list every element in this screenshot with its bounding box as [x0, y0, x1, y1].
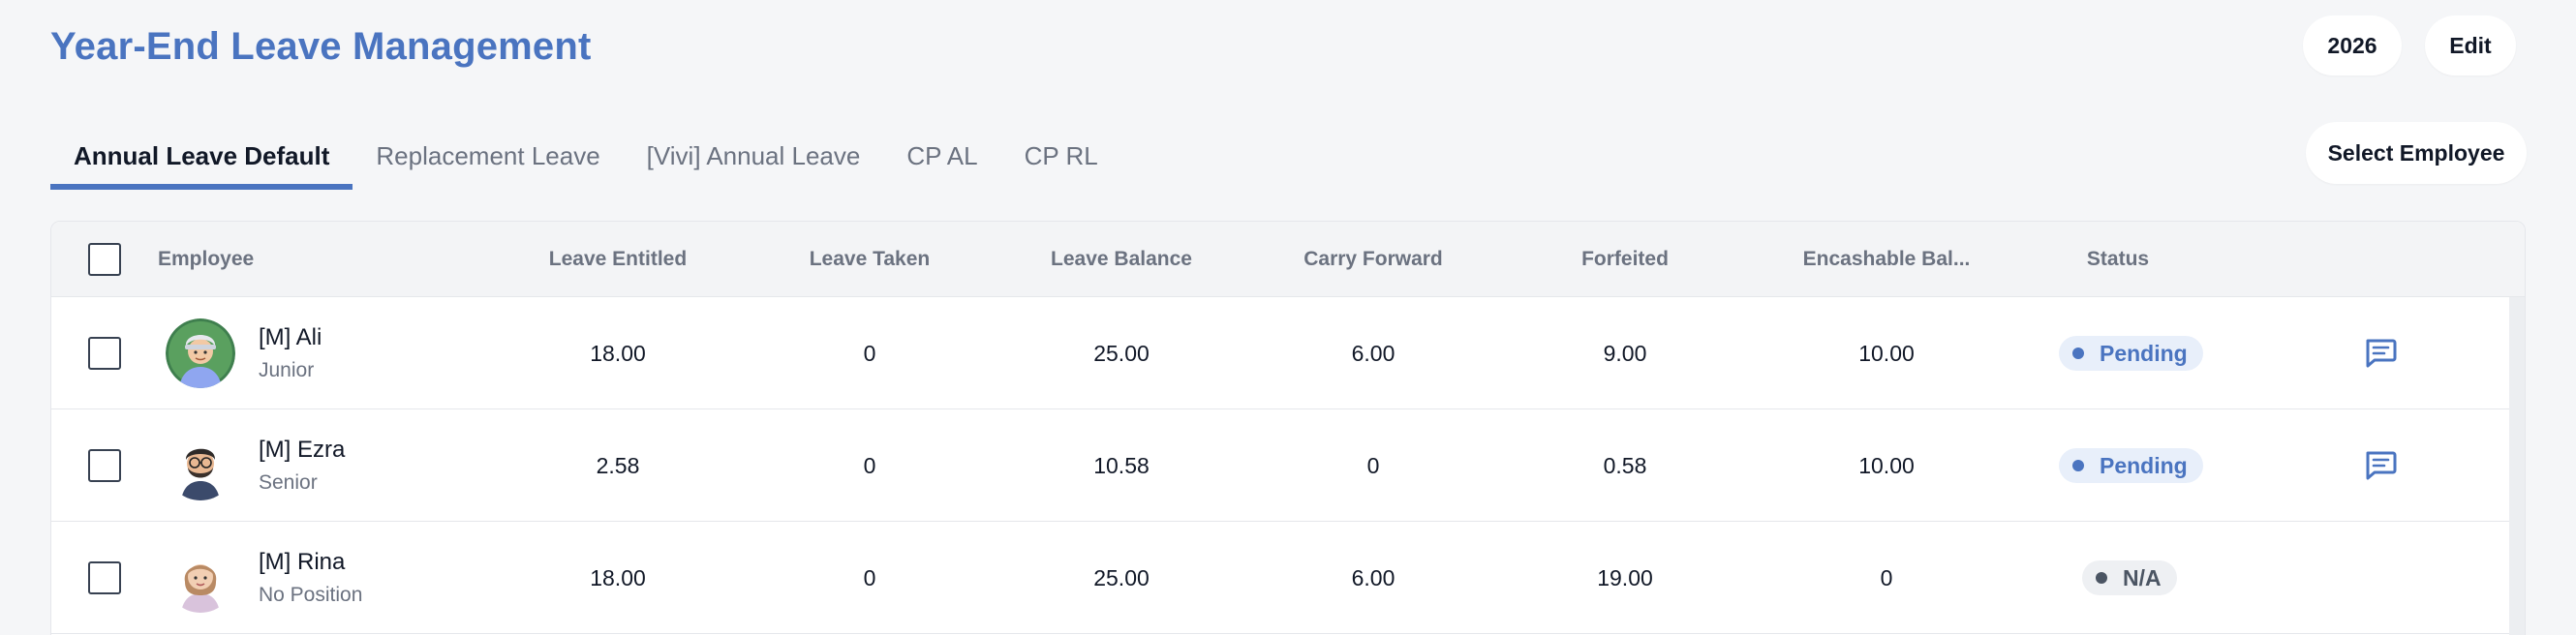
encashable-balance-cell: 0 — [1880, 564, 1893, 590]
column-header-forfeited[interactable]: Forfeited — [1528, 222, 1722, 297]
leave-balance-cell: 25.00 — [1093, 564, 1150, 590]
page-title: Year-End Leave Management — [50, 25, 592, 68]
comment-icon[interactable] — [2364, 450, 2397, 481]
row-checkbox[interactable] — [88, 337, 121, 370]
leave-entitled-cell: 2.58 — [596, 452, 640, 478]
carry-forward-cell: 6.00 — [1351, 340, 1395, 366]
column-header-carry-forward[interactable]: Carry Forward — [1276, 222, 1470, 297]
avatar — [166, 431, 235, 500]
avatar — [166, 318, 235, 388]
status-dot — [2072, 348, 2084, 359]
status-dot — [2072, 460, 2084, 471]
status-badge: Pending — [2059, 448, 2203, 483]
tab-replacement-leave[interactable]: Replacement Leave — [353, 122, 623, 190]
column-header-leave-balance[interactable]: Leave Balance — [1025, 222, 1218, 297]
column-header-status[interactable]: Status — [2021, 222, 2215, 297]
table-row[interactable]: [M] Ali Junior 18.00 0 25.00 6.00 9.00 1… — [51, 297, 2509, 409]
status-badge: N/A — [2082, 560, 2177, 595]
leave-taken-cell: 0 — [863, 340, 876, 366]
leave-balance-cell: 10.58 — [1093, 452, 1150, 478]
table-scrollbar[interactable] — [2509, 297, 2525, 635]
table-header: Employee Leave Entitled Leave Taken Leav… — [51, 222, 2525, 297]
status-badge: Pending — [2059, 336, 2203, 371]
column-header-encashable-balance[interactable]: Encashable Bal... — [1780, 222, 1993, 297]
leave-table: Employee Leave Entitled Leave Taken Leav… — [50, 221, 2526, 635]
column-header-employee[interactable]: Employee — [158, 222, 352, 297]
edit-button[interactable]: Edit — [2425, 15, 2516, 76]
employee-position: Senior — [259, 471, 318, 494]
row-checkbox[interactable] — [88, 561, 121, 594]
table-row[interactable]: [M] Ezra Senior 2.58 0 10.58 0 0.58 10.0… — [51, 409, 2509, 522]
comment-icon[interactable] — [2364, 338, 2397, 369]
leave-taken-cell: 0 — [863, 564, 876, 590]
employee-name[interactable]: [M] Rina — [259, 549, 345, 576]
table-row[interactable]: [M] Rina No Position 18.00 0 25.00 6.00 … — [51, 522, 2509, 634]
employee-position: Junior — [259, 359, 315, 381]
carry-forward-cell: 6.00 — [1351, 564, 1395, 590]
employee-name[interactable]: [M] Ali — [259, 324, 322, 351]
select-employee-button[interactable]: Select Employee — [2306, 122, 2527, 184]
year-button[interactable]: 2026 — [2303, 15, 2402, 76]
status-label: N/A — [2123, 564, 2162, 590]
carry-forward-cell: 0 — [1366, 452, 1380, 478]
tab-cp-al[interactable]: CP AL — [883, 122, 1000, 190]
leave-entitled-cell: 18.00 — [590, 564, 646, 590]
row-checkbox[interactable] — [88, 449, 121, 482]
column-header-leave-taken[interactable]: Leave Taken — [773, 222, 966, 297]
encashable-balance-cell: 10.00 — [1858, 340, 1915, 366]
employee-name[interactable]: [M] Ezra — [259, 437, 345, 464]
leave-taken-cell: 0 — [863, 452, 876, 478]
leave-type-tabs: Annual Leave Default Replacement Leave [… — [50, 122, 1121, 190]
column-header-leave-entitled[interactable]: Leave Entitled — [521, 222, 715, 297]
status-label: Pending — [2100, 452, 2188, 478]
encashable-balance-cell: 10.00 — [1858, 452, 1915, 478]
status-dot — [2096, 572, 2107, 584]
status-label: Pending — [2100, 340, 2188, 366]
forfeited-cell: 9.00 — [1603, 340, 1647, 366]
forfeited-cell: 19.00 — [1597, 564, 1653, 590]
leave-entitled-cell: 18.00 — [590, 340, 646, 366]
tab-cp-rl[interactable]: CP RL — [1001, 122, 1121, 190]
tab-vivi-annual-leave[interactable]: [Vivi] Annual Leave — [624, 122, 884, 190]
select-all-checkbox[interactable] — [88, 243, 121, 276]
leave-balance-cell: 25.00 — [1093, 340, 1150, 366]
tab-annual-leave-default[interactable]: Annual Leave Default — [50, 122, 353, 190]
forfeited-cell: 0.58 — [1603, 452, 1647, 478]
employee-position: No Position — [259, 584, 363, 606]
avatar — [166, 543, 235, 613]
